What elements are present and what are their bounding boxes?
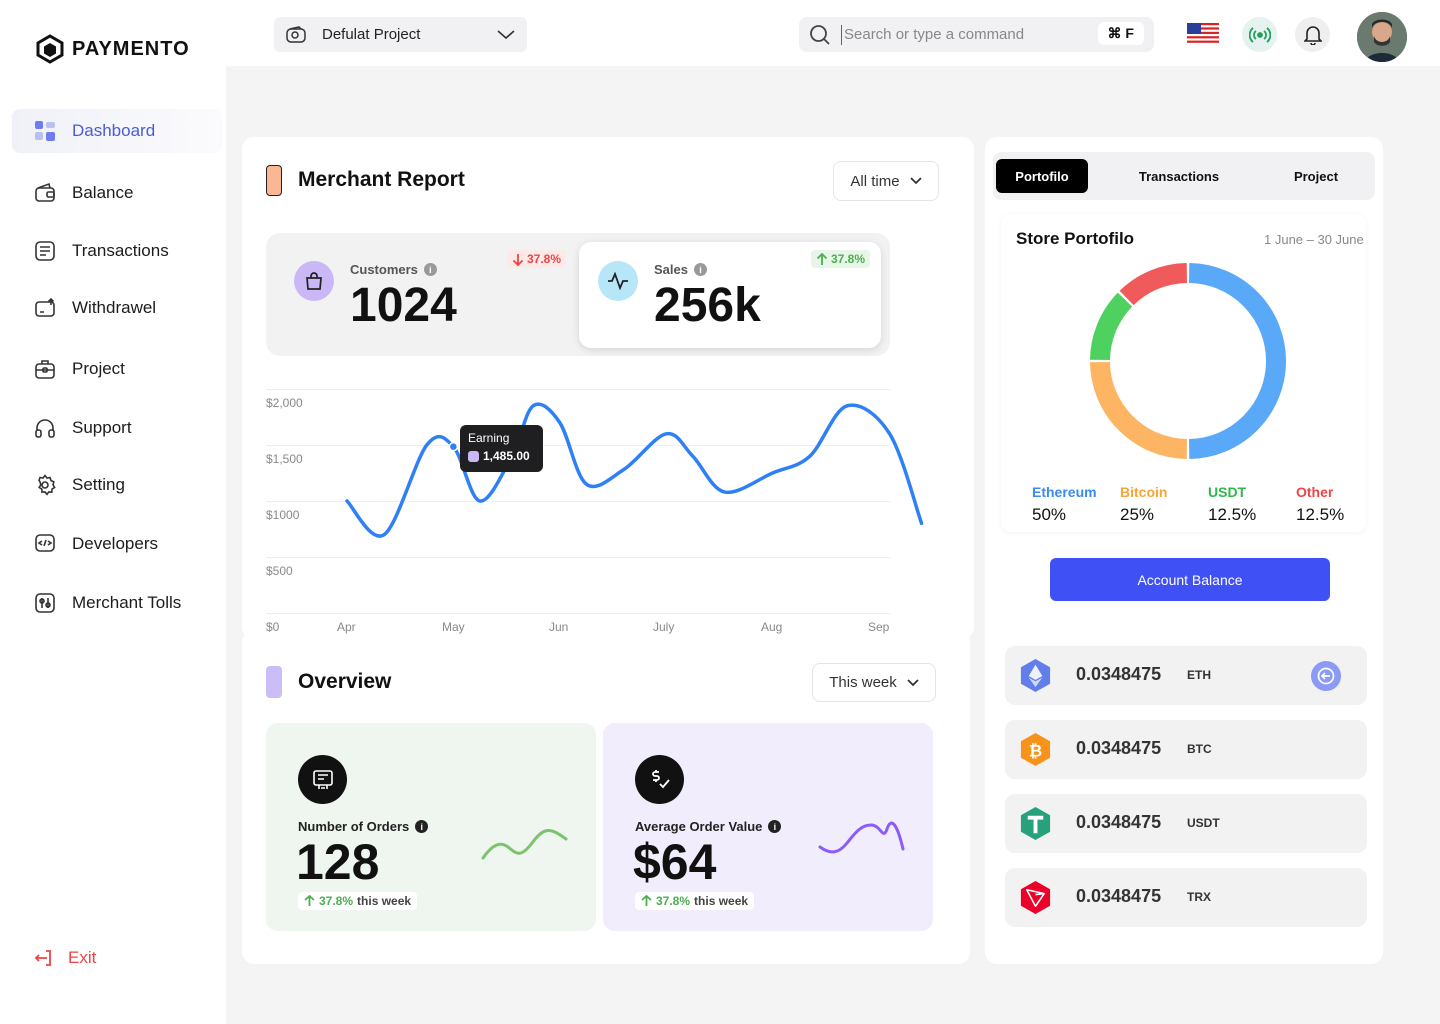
tron-icon [1020, 880, 1051, 915]
coin-row-eth[interactable]: 0.0348475 ETH [1005, 646, 1367, 705]
tab-project[interactable]: Project [1275, 159, 1357, 193]
store-portfolio-date: 1 June – 30 June [1264, 232, 1364, 247]
legend-bitcoin-value: 25% [1120, 505, 1155, 524]
coin-amount: 0.0348475 [1076, 886, 1162, 906]
overview-range-label: This week [829, 674, 897, 691]
tab-portfolio[interactable]: Portofilo [996, 159, 1088, 193]
coin-row-usdt[interactable]: 0.0348475 USDT [1005, 794, 1367, 853]
coin-symbol: TRX [1187, 890, 1211, 904]
aov-sparkline [818, 821, 905, 854]
coin-symbol: USDT [1187, 816, 1220, 830]
donut-slice-other[interactable] [1119, 263, 1188, 306]
earnings-point [448, 441, 459, 452]
overview-marker [266, 666, 282, 698]
earnings-line [345, 402, 924, 538]
coin-symbol: BTC [1187, 742, 1212, 756]
aov-change: 37.8% [656, 894, 691, 908]
bitcoin-icon: ₿ [1020, 732, 1051, 767]
svg-text:₿: ₿ [1029, 741, 1042, 760]
ethereum-icon [1020, 658, 1051, 693]
tab-transactions[interactable]: Transactions [1125, 159, 1233, 193]
orders-card[interactable]: Number of Orders i 128 37.8% this week [266, 723, 596, 931]
legend-usdt-value: 12.5% [1208, 505, 1257, 524]
orders-label: Number of Orders i [298, 819, 429, 834]
tooltip-value: 1,485.00 [483, 449, 530, 463]
donut-slice-usdt[interactable] [1090, 292, 1133, 361]
dollar-check-icon [651, 769, 670, 788]
coin-amount: 0.0348475 [1076, 812, 1162, 832]
overview-title: Overview [298, 670, 392, 693]
legend-bitcoin-name: Bitcoin [1120, 484, 1168, 500]
info-icon[interactable]: i [415, 820, 429, 833]
tether-icon [1020, 806, 1051, 841]
legend-usdt-name: USDT [1208, 484, 1247, 500]
receipt-icon [312, 769, 333, 789]
aov-value: $64 [633, 834, 717, 890]
orders-icon-wrap [298, 755, 347, 804]
coin-amount: 0.0348475 [1076, 664, 1162, 684]
orders-value: 128 [296, 834, 380, 890]
legend-ethereum-value: 50% [1032, 505, 1067, 524]
coin-amount: 0.0348475 [1076, 738, 1162, 758]
chevron-down-icon [907, 678, 919, 686]
legend-other-value: 12.5% [1296, 505, 1345, 524]
store-portfolio-title: Store Portofilo [1016, 229, 1135, 248]
orders-label-text: Number of Orders [298, 819, 410, 834]
legend-other-name: Other [1296, 484, 1334, 500]
tooltip-swatch [468, 450, 479, 462]
tooltip-row: 1,485.00 [468, 449, 535, 463]
transfer-button[interactable] [1311, 661, 1341, 691]
overview-range-select[interactable]: This week [812, 663, 936, 702]
coin-symbol: ETH [1187, 668, 1211, 682]
donut-slice-ethereum[interactable] [1188, 263, 1286, 459]
arrow-up-icon [641, 895, 652, 906]
earning-tooltip: Earning 1,485.00 [460, 425, 543, 472]
aov-label-text: Average Order Value [635, 819, 763, 834]
portfolio-donut-chart [1090, 263, 1286, 459]
orders-change-suffix: this week [357, 894, 412, 908]
aov-label: Average Order Value i [635, 819, 782, 834]
transfer-icon [1317, 667, 1335, 685]
aov-icon-wrap [635, 755, 684, 804]
coin-row-trx[interactable]: 0.0348475 TRX [1005, 868, 1367, 927]
info-icon[interactable]: i [768, 820, 782, 833]
aov-change-badge: 37.8% this week [635, 892, 755, 910]
aov-card[interactable]: Average Order Value i $64 37.8% this week [603, 723, 933, 931]
donut-slice-bitcoin[interactable] [1090, 361, 1188, 459]
aov-change-suffix: this week [694, 894, 749, 908]
orders-change: 37.8% [319, 894, 354, 908]
tooltip-title: Earning [468, 431, 510, 445]
arrow-up-icon [304, 895, 315, 906]
legend-ethereum-name: Ethereum [1032, 484, 1097, 500]
coin-row-btc[interactable]: ₿ 0.0348475 BTC [1005, 720, 1367, 779]
orders-change-badge: 37.8% this week [298, 892, 418, 910]
orders-sparkline [481, 829, 568, 860]
account-balance-button[interactable]: Account Balance [1050, 558, 1330, 601]
